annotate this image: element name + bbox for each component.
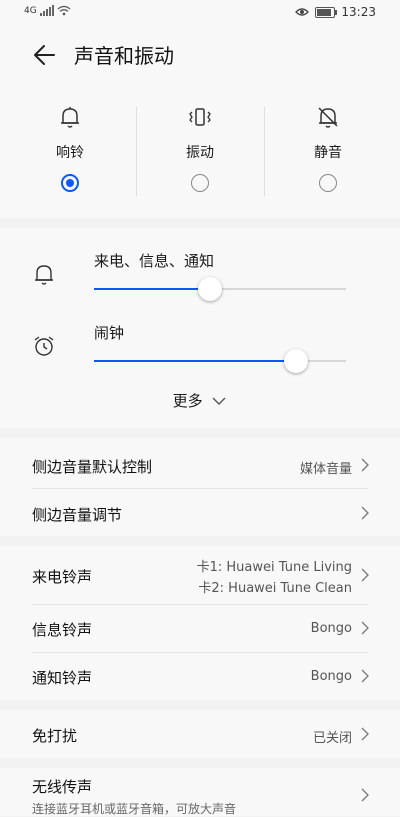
do-not-disturb-value: 已关闭 [312,731,352,746]
wireless-audio-row[interactable]: 无线传声 连接蓝牙耳机或蓝牙音箱，可放大声音 [0,768,400,816]
eye-icon [295,8,310,16]
app-header: 声音和振动 [0,26,400,84]
more-button[interactable]: 更多 [0,390,400,411]
notification-tone-row[interactable]: 通知铃声 Bongo [0,653,400,700]
notification-tone-value: Bongo [310,669,352,684]
back-arrow-icon[interactable] [28,38,62,72]
notification-tone-label: 通知铃声 [32,669,93,687]
bell-icon [61,107,79,128]
side-volume-adjust-label: 侧边音量调节 [32,506,123,524]
tones-card: 来电铃声 卡1: Huawei Tune Living 卡2: Huawei T… [0,546,400,700]
more-label: 更多 [172,392,203,410]
page-title: 声音和振动 [74,44,174,68]
mode-silent-radio[interactable] [319,174,337,192]
wireless-audio-desc: 连接蓝牙耳机或蓝牙音箱，可放大声音 [32,802,237,816]
chevron-down-icon [212,397,226,405]
chevron-right-icon [361,458,369,472]
chevron-right-icon [361,506,369,520]
chevron-right-icon [361,568,369,582]
wireless-card: 无线传声 连接蓝牙耳机或蓝牙音箱，可放大声音 [0,768,400,816]
ringtone-sim1: 卡1: Huawei Tune Living [196,560,352,575]
volume-card: 来电、信息、通知 闹钟 更多 [0,228,400,428]
sound-mode-selector: 响铃 振动 静音 [0,84,400,218]
side-volume-card: 侧边音量默认控制 媒体音量 侧边音量调节 [0,438,400,536]
clock-time: 13:23 [341,5,376,19]
do-not-disturb-label: 免打扰 [32,727,78,745]
side-volume-control-label: 侧边音量默认控制 [32,458,153,476]
wireless-audio-label: 无线传声 [32,778,93,796]
mode-ring-label: 响铃 [56,145,84,161]
ringtone-sim2: 卡2: Huawei Tune Clean [198,581,352,596]
bell-icon [35,265,53,285]
ringtone-label: 来电铃声 [32,568,93,586]
alarm-clock-icon [34,336,54,356]
network-type: 4G [24,5,37,16]
mode-ring-radio[interactable] [61,174,79,192]
chevron-right-icon [361,621,369,635]
slider-thumb[interactable] [283,349,308,373]
volume-alarm-slider[interactable] [94,349,346,373]
mode-vibrate-label: 振动 [186,145,214,161]
do-not-disturb-row[interactable]: 免打扰 已关闭 [0,710,400,758]
vibrate-icon [189,108,211,126]
volume-ringtone-label: 来电、信息、通知 [94,252,215,270]
bell-off-icon [318,107,338,128]
chevron-right-icon [361,788,369,802]
message-tone-label: 信息铃声 [32,621,93,639]
message-tone-value: Bongo [310,621,352,636]
volume-alarm-label: 闹钟 [94,324,125,342]
chevron-right-icon [361,727,369,741]
dnd-card: 免打扰 已关闭 [0,710,400,758]
side-volume-control-row[interactable]: 侧边音量默认控制 媒体音量 [0,438,400,488]
mode-silent-label: 静音 [314,145,342,161]
slider-thumb[interactable] [197,277,222,301]
message-tone-row[interactable]: 信息铃声 Bongo [0,605,400,652]
mode-ring[interactable]: 响铃 [4,104,136,204]
chevron-right-icon [361,669,369,683]
status-bar: 4G 13:23 [0,0,400,26]
battery-icon [315,6,338,18]
mode-vibrate[interactable]: 振动 [134,104,266,204]
mode-vibrate-radio[interactable] [191,174,209,192]
volume-ringtone-slider[interactable] [94,277,346,301]
wifi-icon [57,5,71,16]
side-volume-adjust-row[interactable]: 侧边音量调节 [0,489,400,536]
signal-icon [39,5,54,16]
mode-silent[interactable]: 静音 [262,104,394,204]
ringtone-row[interactable]: 来电铃声 卡1: Huawei Tune Living 卡2: Huawei T… [0,546,400,604]
side-volume-control-value: 媒体音量 [299,462,352,477]
